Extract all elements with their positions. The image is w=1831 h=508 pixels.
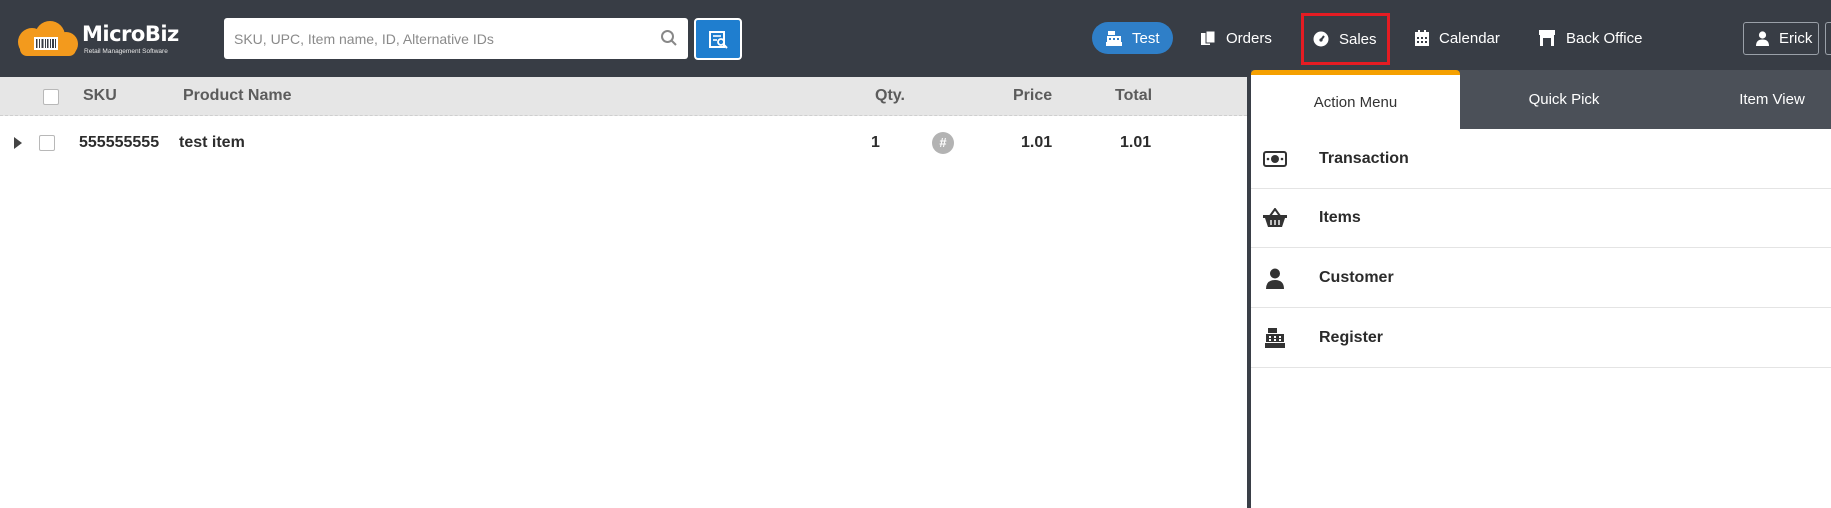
- logo-text: MicroBiz: [82, 22, 179, 46]
- cell-product-name[interactable]: test item: [179, 134, 245, 152]
- nav-orders-label: Orders: [1226, 29, 1272, 47]
- cell-sku: 555555555: [79, 134, 160, 151]
- search-icon[interactable]: [660, 29, 678, 47]
- person-icon: [1263, 266, 1287, 290]
- nav-sales-label: Sales: [1339, 30, 1377, 48]
- search-input[interactable]: [224, 18, 644, 59]
- cell-total: 1.01: [1120, 134, 1152, 151]
- column-header-price[interactable]: Price: [1013, 87, 1052, 105]
- row-checkbox[interactable]: [39, 135, 55, 151]
- column-header-qty[interactable]: Qty.: [875, 87, 905, 105]
- money-icon: [1263, 147, 1287, 171]
- menu-item-label: Items: [1319, 209, 1361, 226]
- nav-calendar-label: Calendar: [1439, 29, 1500, 47]
- nav-test[interactable]: Test: [1092, 22, 1173, 54]
- panel-tabs: Action Menu Quick Pick Item View: [1251, 70, 1831, 129]
- user-name: Erick: [1779, 30, 1813, 47]
- nav-sales[interactable]: Sales: [1301, 13, 1390, 65]
- nav-back-office-label: Back Office: [1566, 29, 1643, 47]
- nav-back-office[interactable]: Back Office: [1538, 22, 1642, 54]
- search-box: [224, 18, 688, 59]
- microbiz-logo[interactable]: MicroBiz Retail Management Software: [12, 18, 182, 60]
- column-header-total[interactable]: Total: [1115, 87, 1152, 105]
- nav-test-label: Test: [1132, 29, 1160, 47]
- user-menu-button[interactable]: Erick: [1743, 22, 1819, 55]
- cell-qty[interactable]: 1: [871, 134, 880, 152]
- menu-item-items[interactable]: Items: [1251, 189, 1831, 248]
- menu-item-label: Transaction: [1319, 150, 1409, 167]
- cloud-barcode-icon: [18, 21, 78, 56]
- nav-calendar[interactable]: Calendar: [1415, 22, 1500, 54]
- tab-action-menu[interactable]: Action Menu: [1251, 70, 1460, 129]
- advanced-search-button[interactable]: [694, 18, 742, 60]
- user-icon: [1756, 31, 1769, 46]
- menu-item-transaction[interactable]: Transaction: [1251, 130, 1831, 189]
- menu-item-label: Register: [1319, 329, 1384, 346]
- cash-register-icon: [1106, 30, 1122, 46]
- menu-item-register[interactable]: Register: [1251, 309, 1831, 368]
- basket-icon: [1263, 206, 1287, 230]
- tab-item-view-label: Item View: [1739, 91, 1805, 108]
- cash-register-icon: [1263, 326, 1287, 350]
- overflow-button[interactable]: [1825, 22, 1831, 55]
- gauge-icon: [1313, 31, 1329, 47]
- store-icon: [1539, 30, 1555, 46]
- tab-quick-pick-label: Quick Pick: [1528, 91, 1600, 108]
- tab-item-view[interactable]: Item View: [1668, 70, 1831, 129]
- column-header-product-name[interactable]: Product Name: [183, 87, 291, 105]
- expand-row-icon[interactable]: [14, 137, 22, 149]
- document-search-icon: [709, 31, 728, 49]
- select-all-checkbox[interactable]: [43, 89, 59, 105]
- calendar-icon: [1415, 30, 1429, 46]
- cart-table-header: SKU Product Name Qty. Price Total: [0, 77, 1247, 116]
- nav-orders[interactable]: Orders: [1200, 22, 1272, 54]
- tab-action-menu-label: Action Menu: [1313, 93, 1398, 111]
- table-row[interactable]: 555555555 test item 1 # 1.01 1.01: [0, 124, 1247, 162]
- menu-item-label: Customer: [1319, 269, 1394, 286]
- logo-subtitle: Retail Management Software: [84, 48, 168, 55]
- cell-price[interactable]: 1.01: [1021, 134, 1052, 152]
- column-header-sku[interactable]: SKU: [83, 87, 117, 105]
- orders-icon: [1201, 30, 1216, 45]
- tab-quick-pick[interactable]: Quick Pick: [1460, 70, 1668, 129]
- menu-item-customer[interactable]: Customer: [1251, 249, 1831, 308]
- top-header: MicroBiz Retail Management Software Test: [0, 0, 1831, 77]
- hash-icon[interactable]: #: [932, 132, 954, 154]
